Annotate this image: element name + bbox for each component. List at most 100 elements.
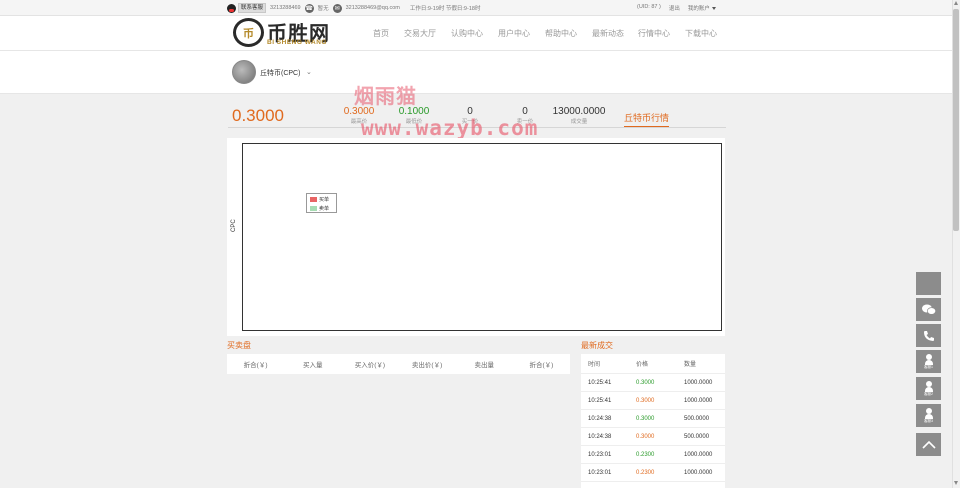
phone-handset-icon	[923, 330, 934, 341]
nav-market[interactable]: 行情中心	[638, 28, 685, 39]
legend-item-sell: 卖单	[307, 204, 336, 212]
scroll-up-arrow-icon[interactable]	[954, 1, 958, 5]
service-2-label: 客服2	[924, 392, 933, 396]
orderbook-header: 折合(￥) 买入量 买入价(￥) 卖出价(￥) 卖出量 折合(￥)	[227, 354, 570, 374]
nav-help[interactable]: 帮助中心	[545, 28, 592, 39]
trade-row: 10:23:01 0.2300 1000.0000	[581, 446, 725, 464]
trades-col-time: 时间	[588, 362, 601, 368]
coin-avatar	[232, 60, 256, 84]
trades-table: 时间 价格 数量 10:25:41 0.3000 1000.0000 10:25:41…	[581, 354, 725, 488]
orderbook-col-sell-amount: 卖出量	[474, 362, 495, 369]
trades-col-amount: 数量	[684, 362, 697, 368]
trade-price: 0.2300	[636, 451, 655, 458]
service-3-button[interactable]: 客服3	[916, 404, 941, 427]
top-bar: 联系客服 3213288469 ☎ 暂无 ✉ 3213288469@qq.com…	[0, 0, 952, 16]
service-3-label: 客服3	[924, 419, 933, 423]
wechat-button[interactable]	[916, 298, 941, 321]
nav-home[interactable]: 首页	[373, 28, 404, 39]
service-person-icon	[924, 381, 933, 392]
trade-time: 10:25:41	[588, 397, 612, 404]
email-icon: ✉	[332, 3, 342, 13]
trade-time: 10:23:01	[588, 451, 612, 458]
trade-amount: 1000.0000	[684, 397, 713, 404]
service-person-icon	[924, 408, 933, 419]
main-nav: 首页 交易大厅 认购中心 用户中心 帮助中心 最新动态 行情中心 下载中心	[373, 28, 717, 39]
legend-swatch-buy	[310, 196, 317, 202]
service-1-label: 客服1	[924, 365, 933, 369]
coin-selector[interactable]: 丘特币(CPC)	[260, 68, 300, 78]
top-contact-group: 联系客服 3213288469 ☎ 暂无 ✉ 3213288469@qq.com…	[227, 3, 480, 13]
site-logo[interactable]: 币 币胜网 BI SHENG WANG	[233, 18, 359, 48]
nav-news[interactable]: 最新动态	[592, 28, 638, 39]
trade-price: 0.3000	[636, 433, 655, 440]
email-text: 3213288469@qq.com	[345, 5, 400, 11]
trade-time: 10:23:01	[588, 469, 612, 476]
coin-selector-bar: 丘特币(CPC) ⌄	[0, 51, 952, 94]
wechat-icon	[921, 304, 936, 315]
trade-row: 10:24:38 0.3000 500.0000	[581, 410, 725, 428]
orderbook-col-buy-price: 买入价(￥)	[354, 362, 386, 369]
legend-item-buy: 买单	[307, 195, 336, 203]
stat-volume: 13000.0000 成交量	[549, 106, 609, 126]
trade-time: 10:24:38	[588, 433, 612, 440]
contact-service-button[interactable]: 联系客服	[238, 3, 267, 13]
qq-contact[interactable]: 联系客服	[227, 3, 267, 13]
trades-header: 时间 价格 数量	[581, 354, 725, 374]
uid-text: (UID: 87 )	[637, 4, 661, 10]
back-to-top-button[interactable]	[916, 433, 941, 456]
nav-download[interactable]: 下载中心	[685, 28, 717, 39]
trade-row: 10:25:41 0.3000 1000.0000	[581, 374, 725, 392]
side-blank-button[interactable]	[916, 272, 941, 295]
watermark-cn: 烟雨猫	[354, 86, 417, 108]
legend-label-sell: 卖单	[319, 205, 330, 212]
qq-number: 3213288469	[270, 5, 301, 11]
service-person-icon	[924, 354, 933, 365]
nav-subscription[interactable]: 认购中心	[451, 28, 498, 39]
watermark-en: www.wazyb.com	[361, 116, 539, 140]
logout-link[interactable]: 退出	[669, 4, 680, 12]
scrollbar-thumb[interactable]	[953, 9, 959, 231]
trade-amount: 1000.0000	[684, 379, 713, 386]
my-account-menu[interactable]: 我的账户	[688, 4, 716, 12]
phone-icon: ☎	[304, 3, 314, 13]
orderbook-col-sell-total: 折合(￥)	[529, 362, 554, 369]
trade-price: 0.3000	[636, 379, 655, 386]
trade-amount: 500.0000	[684, 433, 710, 440]
logo-mark: 币	[233, 18, 264, 47]
chevron-down-icon[interactable]: ⌄	[306, 68, 312, 76]
chart-y-axis-label: CPC	[231, 219, 237, 232]
phone-text: 暂无	[317, 6, 329, 12]
trade-time: 10:25:41	[588, 379, 612, 386]
legend-swatch-sell	[310, 205, 317, 211]
nav-trade-hall[interactable]: 交易大厅	[404, 28, 451, 39]
trade-price: 0.3000	[636, 415, 655, 422]
trade-amount: 1000.0000	[684, 451, 713, 458]
qq-icon	[227, 3, 236, 13]
trade-amount: 1000.0000	[684, 469, 713, 476]
scroll-down-arrow-icon[interactable]	[954, 481, 958, 485]
chevron-down-icon	[711, 7, 716, 11]
volume-value: 13000.0000	[552, 106, 606, 117]
orderbook-col-sell-price: 卖出价(￥)	[411, 362, 443, 369]
service-2-button[interactable]: 客服2	[916, 377, 941, 400]
trades-body: 10:25:41 0.3000 1000.0000 10:25:41 0.3000 100…	[581, 374, 725, 482]
orderbook-table: 折合(￥) 买入量 买入价(￥) 卖出价(￥) 卖出量 折合(￥)	[227, 354, 570, 374]
chart-legend: 买单 卖单	[306, 193, 337, 213]
trade-row: 10:25:41 0.3000 1000.0000	[581, 392, 725, 410]
tab-coin-quote[interactable]: 丘特币行情	[624, 111, 670, 128]
nav-user-center[interactable]: 用户中心	[498, 28, 545, 39]
trades-title: 最新成交	[581, 341, 613, 350]
trade-price: 0.2300	[636, 469, 655, 476]
chevron-up-icon	[921, 440, 936, 449]
service-1-button[interactable]: 客服1	[916, 350, 941, 373]
current-price: 0.3000	[232, 106, 284, 125]
orderbook-title: 买卖盘	[227, 341, 251, 350]
trade-row: 10:23:01 0.2300 1000.0000	[581, 464, 725, 482]
header: 币 币胜网 BI SHENG WANG 首页 交易大厅 认购中心 用户中心 帮助…	[0, 16, 952, 51]
orderbook-col-buy-amount: 买入量	[303, 362, 323, 369]
phone-button[interactable]	[916, 324, 941, 347]
trade-row: 10:24:38 0.3000 500.0000	[581, 428, 725, 446]
my-account-label: 我的账户	[687, 6, 710, 12]
orderbook-col-buy-total: 折合(￥)	[243, 362, 268, 369]
top-account-group: (UID: 87 ) 退出 我的账户	[637, 4, 716, 12]
